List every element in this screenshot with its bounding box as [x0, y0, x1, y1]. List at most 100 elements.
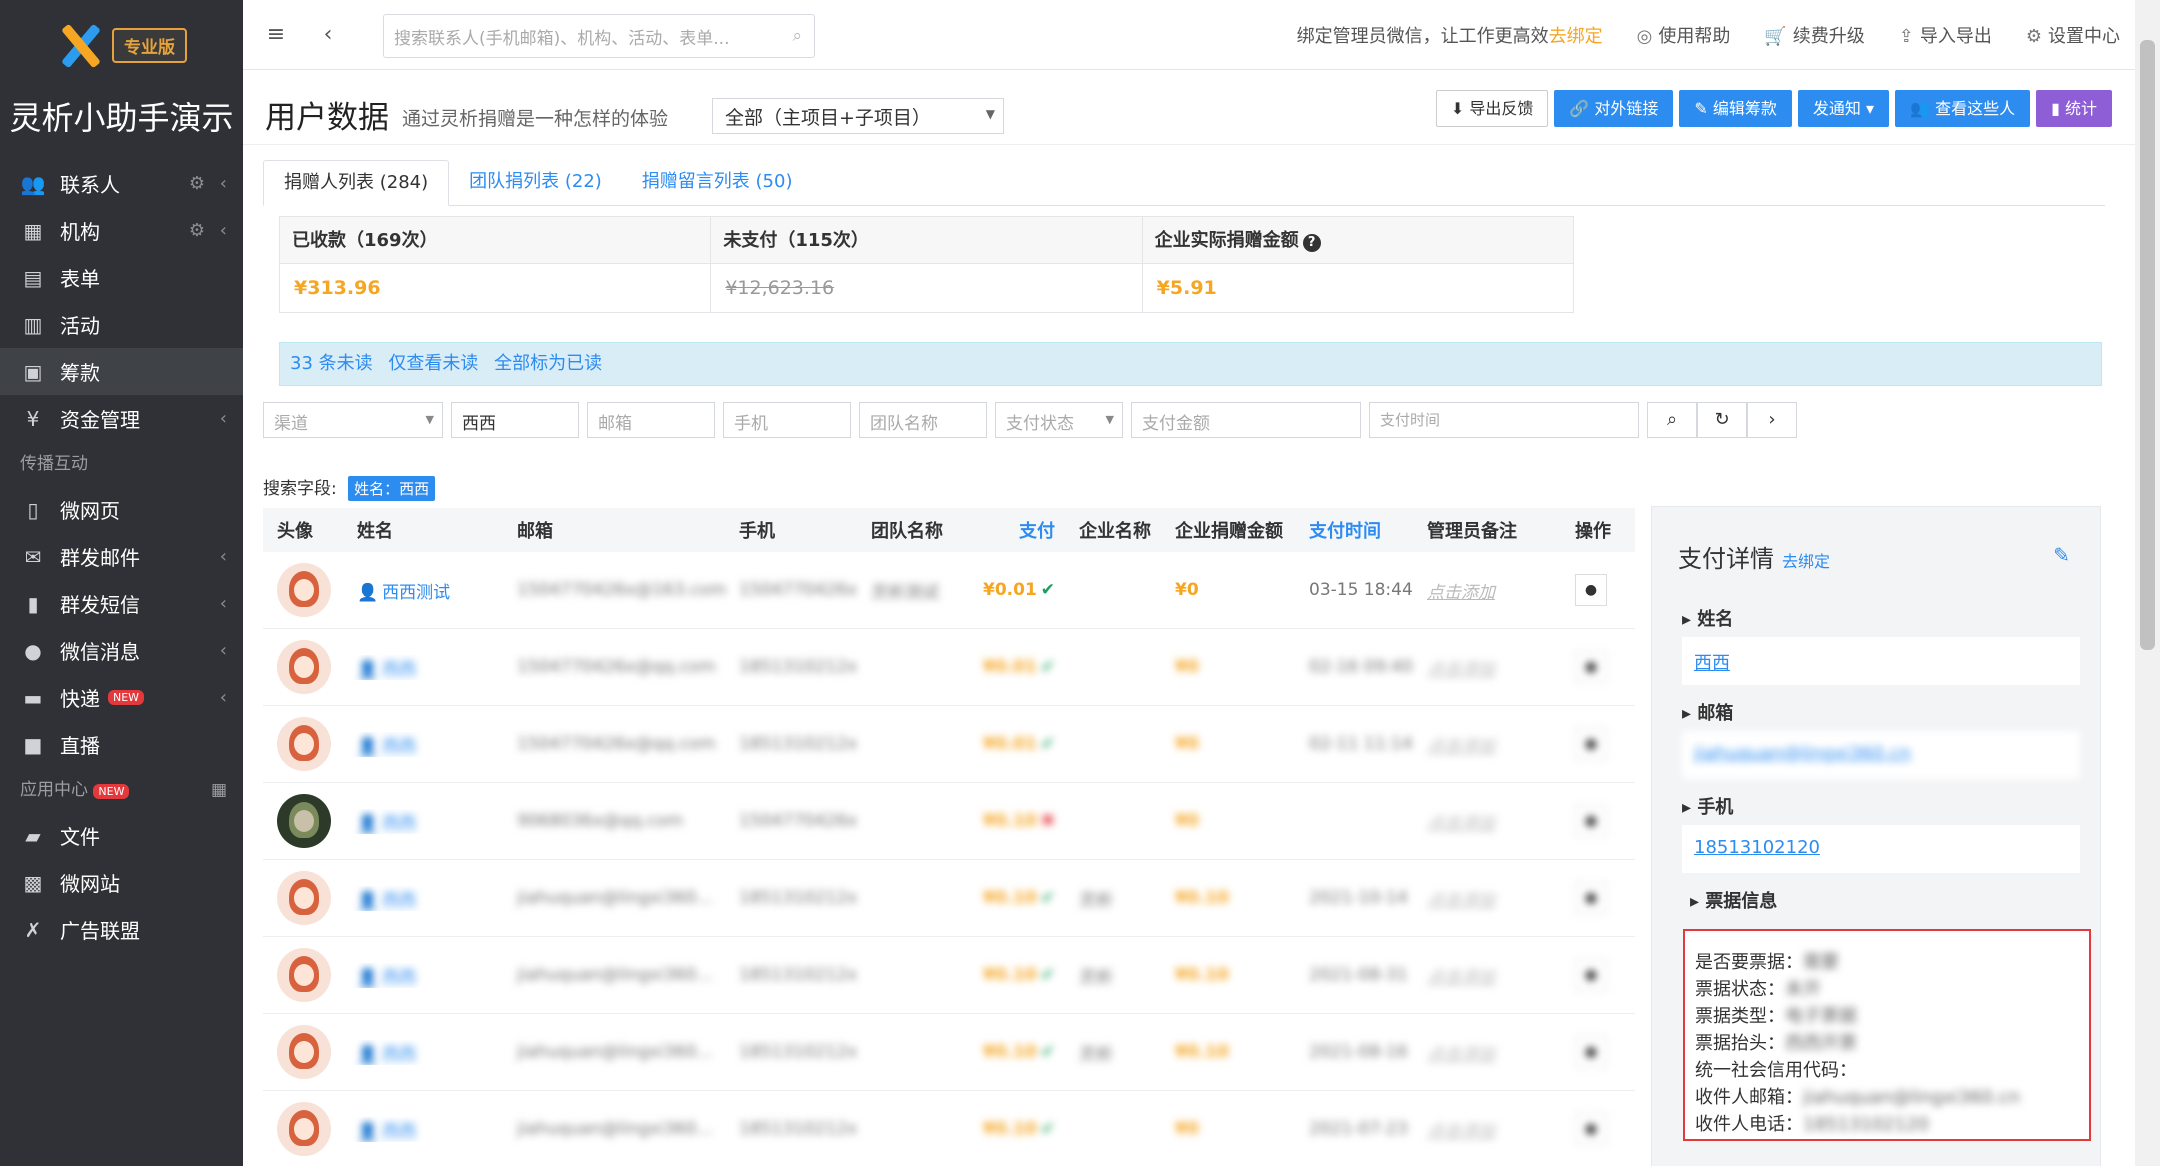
- tab-donors[interactable]: 捐赠人列表 (284): [263, 160, 450, 206]
- stats-button[interactable]: ▮ 统计: [2036, 90, 2112, 127]
- avatar[interactable]: [277, 1102, 331, 1156]
- sidebar-item-live[interactable]: ■ 直播: [0, 721, 243, 768]
- col-pay-time[interactable]: 支付时间: [1295, 517, 1413, 543]
- email-filter-input[interactable]: 邮箱: [587, 402, 715, 438]
- name-cell[interactable]: 👤 西西: [343, 886, 503, 911]
- detail-button[interactable]: ●: [1575, 805, 1607, 837]
- avatar[interactable]: [277, 640, 331, 694]
- grid-icon[interactable]: ▦: [211, 768, 227, 812]
- send-notice-button[interactable]: 发通知 ▾: [1797, 90, 1890, 127]
- admin-note-cell[interactable]: 点击添加: [1413, 655, 1561, 680]
- table-row[interactable]: 👤 西西 1504770426x@qq.com 1851310212x ¥0.01 ✔ ¥0…: [263, 706, 1635, 783]
- mark-all-read-link[interactable]: 全部标为已读: [494, 353, 602, 374]
- upgrade-link[interactable]: 🛒 续费升级: [1764, 22, 1864, 48]
- name-cell[interactable]: 👤 西西测试: [343, 578, 503, 603]
- avatar[interactable]: [277, 871, 331, 925]
- detail-button[interactable]: ●: [1575, 882, 1607, 914]
- help-link[interactable]: ◎ 使用帮助: [1637, 22, 1731, 48]
- avatar[interactable]: [277, 563, 331, 617]
- sidebar-item-fundraising[interactable]: ▣ 筹款: [0, 348, 243, 395]
- name-cell[interactable]: 👤 西西: [343, 809, 503, 834]
- admin-note-cell[interactable]: 点击添加: [1413, 809, 1561, 834]
- sidebar-item-contacts[interactable]: 👥 联系人 ⚙ ‹: [0, 160, 243, 207]
- settings-link[interactable]: ⚙ 设置中心: [2026, 22, 2120, 48]
- external-link-button[interactable]: 🔗 对外链接: [1554, 90, 1674, 127]
- pay-amount-input[interactable]: 支付金额: [1131, 402, 1361, 438]
- search-tag[interactable]: 姓名：西西: [348, 476, 436, 501]
- sidebar-item-mass-sms[interactable]: ▮ 群发短信 ‹: [0, 580, 243, 627]
- detail-button[interactable]: ●: [1575, 959, 1607, 991]
- sidebar-item-mass-mail[interactable]: ✉ 群发邮件 ‹: [0, 533, 243, 580]
- detail-button[interactable]: ●: [1575, 574, 1607, 606]
- admin-note-cell[interactable]: 点击添加: [1413, 1117, 1561, 1142]
- table-row[interactable]: 👤 西西 jiahuquan@lingxi360... 1851310212x ¥0.1…: [263, 937, 1635, 1014]
- name-cell[interactable]: 👤 西西: [343, 732, 503, 757]
- sidebar-item-ads[interactable]: ✗ 广告联盟: [0, 906, 243, 953]
- detail-phone-value[interactable]: 18513102120: [1682, 825, 2080, 873]
- sidebar-item-forms[interactable]: ▤ 表单: [0, 254, 243, 301]
- gear-icon[interactable]: ⚙: [189, 220, 205, 241]
- pencil-icon[interactable]: ✎: [2053, 543, 2070, 567]
- table-row[interactable]: 👤 西西 jiahuquan@lingxi360... 1851310212x ¥0.1…: [263, 1091, 1635, 1166]
- detail-button[interactable]: ●: [1575, 651, 1607, 683]
- sidebar-item-events[interactable]: ▥ 活动: [0, 301, 243, 348]
- table-row[interactable]: 👤 西西测试 1504770426x@163.com 1504770426x 灵析测试 ¥…: [263, 552, 1635, 629]
- sidebar-item-website[interactable]: ▩ 微网站: [0, 859, 243, 906]
- search-button[interactable]: ⌕: [1647, 402, 1697, 438]
- tab-donation-messages[interactable]: 捐赠留言列表 (50): [622, 160, 813, 206]
- search-input[interactable]: 搜索联系人(手机邮箱)、机构、活动、表单... ⌕: [383, 14, 815, 58]
- tab-team-donations[interactable]: 团队捐列表 (22): [449, 160, 622, 206]
- channel-select[interactable]: 渠道 ▼: [263, 402, 443, 438]
- gear-icon[interactable]: ⚙: [189, 173, 205, 194]
- logo[interactable]: 专业版: [0, 0, 243, 90]
- refresh-button[interactable]: ↻: [1697, 402, 1747, 438]
- import-export-link[interactable]: ⇪ 导入导出: [1899, 22, 1992, 48]
- avatar[interactable]: [277, 794, 331, 848]
- detail-button[interactable]: ●: [1575, 1036, 1607, 1068]
- page-scrollbar[interactable]: [2135, 0, 2160, 1166]
- table-row[interactable]: 👤 西西 jiahuquan@lingxi360... 1851310212x ¥0.1…: [263, 1014, 1635, 1091]
- view-people-button[interactable]: 👥 查看这些人: [1895, 90, 2031, 127]
- avatar[interactable]: [277, 717, 331, 771]
- table-row[interactable]: 👤 西西 1504770426x@qq.com 1851310212x ¥0.01 ✔ ¥0…: [263, 629, 1635, 706]
- detail-bind-link[interactable]: 去绑定: [1782, 552, 1830, 571]
- admin-note-cell[interactable]: 点击添加: [1413, 886, 1561, 911]
- avatar[interactable]: [277, 1025, 331, 1079]
- phone-filter-input[interactable]: 手机: [723, 402, 851, 438]
- team-filter-input[interactable]: 团队名称: [859, 402, 987, 438]
- pay-status-select[interactable]: 支付状态 ▼: [995, 402, 1123, 438]
- table-row[interactable]: 👤 西西 9068036x@qq.com 1504770426x ¥0.10 ✖ ¥0 点击添…: [263, 783, 1635, 860]
- detail-button[interactable]: ●: [1575, 728, 1607, 760]
- name-cell[interactable]: 👤 西西: [343, 1040, 503, 1065]
- table-row[interactable]: 👤 西西 jiahuquan@lingxi360... 1851310212x ¥0.1…: [263, 860, 1635, 937]
- name-filter-input[interactable]: 西西: [451, 402, 579, 438]
- sidebar-item-orgs[interactable]: ▦ 机构 ⚙ ‹: [0, 207, 243, 254]
- sidebar-item-funds[interactable]: ¥ 资金管理 ‹: [0, 395, 243, 442]
- edit-fundraising-button[interactable]: ✎ 编辑筹款: [1679, 90, 1792, 127]
- avatar[interactable]: [277, 948, 331, 1002]
- unread-count[interactable]: 33 条未读: [290, 353, 373, 374]
- sidebar-item-microsite-page[interactable]: ▯ 微网页: [0, 486, 243, 533]
- name-cell[interactable]: 👤 西西: [343, 963, 503, 988]
- menu-toggle-icon[interactable]: ≡: [257, 22, 295, 47]
- only-unread-link[interactable]: 仅查看未读: [388, 353, 478, 374]
- admin-note-cell[interactable]: 点击添加: [1413, 1040, 1561, 1065]
- next-button[interactable]: ›: [1747, 402, 1797, 438]
- sidebar-item-wechat[interactable]: ● 微信消息 ‹: [0, 627, 243, 674]
- back-chevron-icon[interactable]: ‹: [309, 22, 347, 47]
- sidebar-item-files[interactable]: ▰ 文件: [0, 812, 243, 859]
- admin-note-cell[interactable]: 点击添加: [1413, 578, 1561, 603]
- name-cell[interactable]: 👤 西西: [343, 655, 503, 680]
- admin-note-cell[interactable]: 点击添加: [1413, 963, 1561, 988]
- pay-time-input[interactable]: 支付时间: [1369, 402, 1639, 438]
- export-feedback-button[interactable]: ⬇ 导出反馈: [1435, 90, 1549, 127]
- name-cell[interactable]: 👤 西西: [343, 1117, 503, 1142]
- detail-email-value[interactable]: jiahuquan@lingxi360.cn: [1682, 731, 2080, 779]
- detail-name-value[interactable]: 西西: [1682, 637, 2080, 685]
- section-apps[interactable]: 应用中心 NEW ▦: [0, 768, 243, 812]
- admin-note-cell[interactable]: 点击添加: [1413, 732, 1561, 757]
- scope-select[interactable]: 全部（主项目+子项目） ▼: [712, 98, 1004, 134]
- scrollbar-thumb[interactable]: [2140, 40, 2155, 650]
- search-icon[interactable]: ⌕: [792, 26, 802, 46]
- question-icon[interactable]: ?: [1302, 234, 1321, 252]
